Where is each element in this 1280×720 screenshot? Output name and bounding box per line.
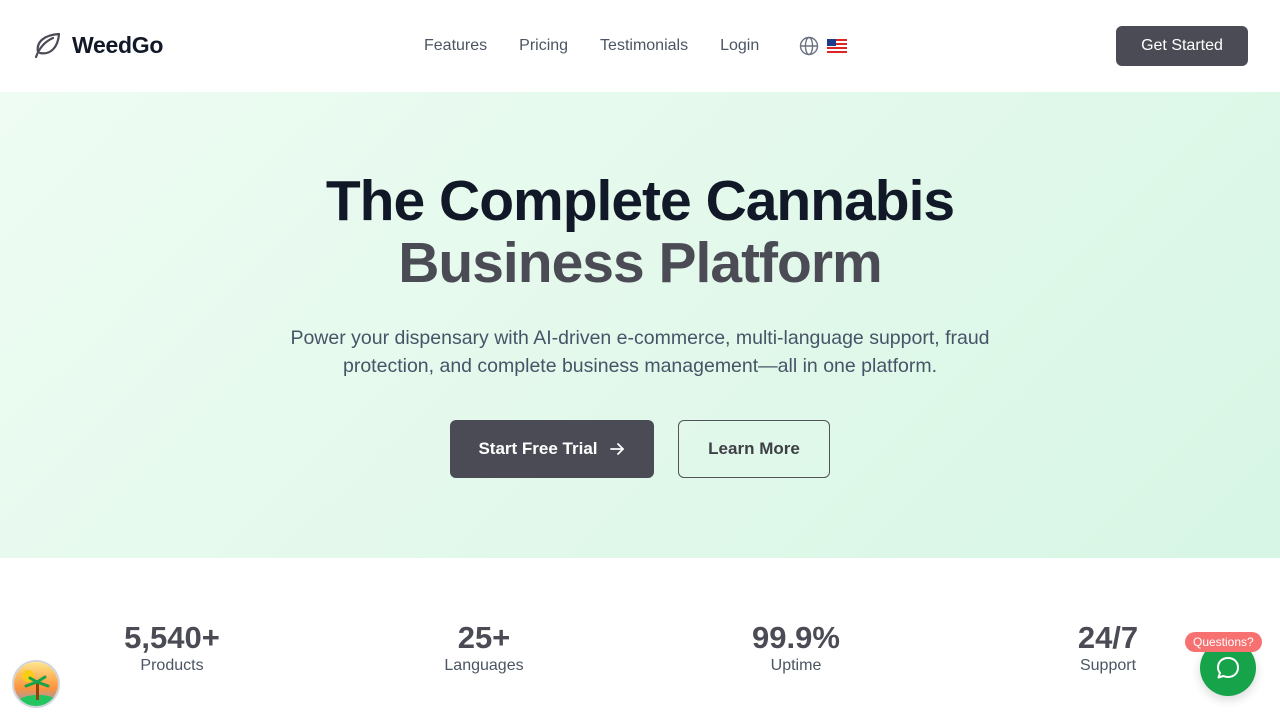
questions-badge[interactable]: Questions? (1185, 632, 1262, 652)
stat-uptime: 99.9% Uptime (640, 620, 952, 676)
leaf-icon (32, 30, 62, 60)
main-nav: Features Pricing Testimonials Login (424, 36, 848, 56)
us-flag-icon[interactable] (827, 39, 848, 53)
site-header: WeedGo Features Pricing Testimonials Log… (0, 0, 1280, 92)
nav-link-pricing[interactable]: Pricing (519, 36, 568, 56)
nav-link-login[interactable]: Login (720, 36, 759, 56)
stat-value: 25+ (457, 620, 511, 655)
globe-icon[interactable] (799, 36, 819, 56)
arrow-right-icon (608, 440, 626, 458)
hero-title: The Complete Cannabis Business Platform (0, 170, 1280, 294)
stat-languages: 25+ Languages (328, 620, 640, 676)
nav-link-testimonials[interactable]: Testimonials (600, 36, 688, 56)
start-free-trial-button[interactable]: Start Free Trial (450, 420, 654, 478)
brand-logo[interactable]: WeedGo (32, 30, 163, 60)
get-started-button[interactable]: Get Started (1116, 26, 1248, 66)
user-avatar[interactable] (12, 660, 60, 708)
start-free-trial-label: Start Free Trial (478, 439, 598, 458)
stat-value: 99.9% (752, 620, 840, 655)
learn-more-button[interactable]: Learn More (678, 420, 830, 478)
brand-name: WeedGo (72, 31, 164, 58)
hero-title-line1: The Complete Cannabis (325, 169, 955, 233)
hero-section: The Complete Cannabis Business Platform … (0, 92, 1280, 558)
stat-label: Languages (444, 657, 524, 674)
stat-products: 5,540+ Products (16, 620, 328, 676)
stats-section: 5,540+ Products 25+ Languages 99.9% Upti… (0, 558, 1280, 720)
hero-subtitle: Power your dispensary with AI-driven e-c… (290, 327, 990, 377)
chat-bubble-icon (1215, 655, 1241, 681)
nav-link-features[interactable]: Features (424, 36, 487, 56)
stat-label: Uptime (770, 657, 822, 674)
stat-label: Products (140, 657, 204, 674)
hero-title-line2: Business Platform (398, 231, 882, 295)
stat-value: 5,540+ (124, 620, 220, 655)
